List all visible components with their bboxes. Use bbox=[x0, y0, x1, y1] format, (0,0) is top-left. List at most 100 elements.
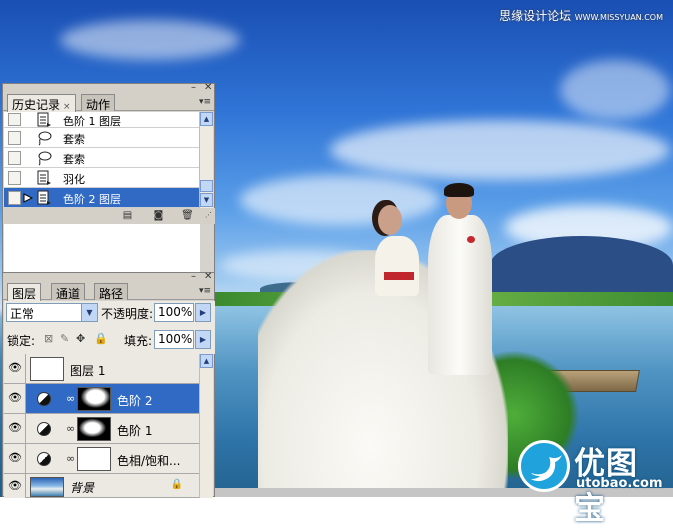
new-document-from-state-icon[interactable]: ▤ bbox=[121, 210, 134, 221]
layer-thumbnail bbox=[30, 357, 64, 381]
history-scrollbar[interactable]: ▲ ▼ bbox=[199, 112, 213, 208]
chevron-down-icon[interactable]: ▼ bbox=[81, 304, 97, 321]
tab-paths[interactable]: 路径 bbox=[94, 283, 129, 301]
snapshot-source-box[interactable] bbox=[8, 191, 21, 205]
layer-mask-thumbnail[interactable] bbox=[77, 417, 111, 441]
close-icon[interactable]: ✕ bbox=[204, 271, 212, 282]
history-item-label: 色阶 1 图层 bbox=[63, 115, 121, 128]
scroll-thumb[interactable] bbox=[200, 180, 213, 192]
opacity-value: 100% bbox=[158, 305, 193, 319]
layers-scrollbar[interactable]: ▲ bbox=[199, 354, 213, 498]
lock-position-move-icon[interactable]: ✥ bbox=[76, 332, 85, 345]
layer-name: 色相/饱和... bbox=[117, 454, 181, 468]
layer-name: 色阶 2 bbox=[117, 394, 153, 408]
snapshot-source-box[interactable] bbox=[8, 151, 21, 165]
scroll-down-button[interactable]: ▼ bbox=[200, 193, 213, 207]
new-snapshot-icon[interactable]: ◙ bbox=[152, 210, 165, 221]
history-item[interactable]: 套索 bbox=[4, 148, 200, 168]
history-footer: ▤ ◙ 🗑 ⋰ bbox=[4, 208, 215, 224]
scroll-up-button[interactable]: ▲ bbox=[200, 112, 213, 126]
panel-menu-icon[interactable]: ▾≡ bbox=[199, 97, 211, 107]
document-step-icon bbox=[37, 190, 51, 205]
minimize-icon[interactable]: – bbox=[191, 82, 196, 93]
bride-sash bbox=[384, 272, 414, 280]
lock-transparent-icon[interactable]: ⊠ bbox=[44, 332, 53, 345]
opacity-input[interactable]: 100% bbox=[154, 303, 194, 322]
layer-row-selected[interactable]: 👁 ∞ 色阶 2 bbox=[4, 384, 199, 414]
snapshot-source-box[interactable] bbox=[8, 171, 21, 185]
tab-close-icon[interactable]: × bbox=[63, 102, 71, 112]
tab-layers[interactable]: 图层 bbox=[7, 283, 42, 301]
history-tabbar: 历史记录 × 动作 ▾≡ bbox=[3, 93, 214, 112]
panel-menu-icon[interactable]: ▾≡ bbox=[199, 286, 211, 296]
groom-figure bbox=[428, 215, 492, 375]
eye-icon[interactable]: 👁 bbox=[8, 392, 22, 404]
fill-input[interactable]: 100% bbox=[154, 330, 194, 349]
tab-actions[interactable]: 动作 bbox=[81, 94, 116, 112]
fill-slider-button[interactable]: ▶ bbox=[195, 330, 211, 349]
cloud bbox=[60, 20, 240, 60]
tab-channels-label: 通道 bbox=[56, 287, 81, 301]
lasso-icon bbox=[38, 151, 52, 166]
link-chain-icon[interactable]: ∞ bbox=[66, 452, 75, 465]
visibility-toggle[interactable]: 👁 bbox=[4, 414, 26, 443]
minimize-icon[interactable]: – bbox=[191, 271, 196, 282]
close-icon[interactable]: ✕ bbox=[204, 82, 212, 93]
link-chain-icon[interactable]: ∞ bbox=[66, 422, 75, 435]
layer-row[interactable]: 👁 图层 1 bbox=[4, 354, 199, 384]
scroll-up-button[interactable]: ▲ bbox=[200, 354, 213, 368]
adjustment-layer-icon bbox=[37, 422, 51, 436]
layer-name: 图层 1 bbox=[70, 364, 106, 378]
history-item-label: 色阶 2 图层 bbox=[63, 193, 121, 206]
tab-history[interactable]: 历史记录 × bbox=[7, 94, 76, 112]
layer-thumbnail bbox=[30, 477, 64, 497]
snapshot-source-box[interactable] bbox=[8, 131, 21, 145]
lasso-icon bbox=[38, 131, 52, 146]
layers-controls: 正常 ▼ 不透明度: 100% ▶ 锁定: ⊠ ✎ ✥ 🔒 填充: 100% ▶ bbox=[4, 301, 215, 354]
visibility-toggle[interactable]: 👁 bbox=[4, 354, 26, 383]
history-item-selected[interactable]: 色阶 2 图层 bbox=[4, 188, 200, 208]
opacity-label: 不透明度: bbox=[101, 307, 154, 321]
history-item[interactable]: 套索 bbox=[4, 128, 200, 148]
history-item[interactable]: 羽化 bbox=[4, 168, 200, 188]
resize-grip-icon[interactable]: ⋰ bbox=[202, 210, 215, 221]
visibility-toggle[interactable]: 👁 bbox=[4, 444, 26, 473]
layer-row[interactable]: 👁 背景 🔒 bbox=[4, 474, 199, 498]
trash-icon[interactable]: 🗑 bbox=[181, 210, 194, 221]
blend-mode-select[interactable]: 正常 ▼ bbox=[6, 303, 98, 322]
document-step-icon bbox=[37, 112, 51, 127]
blend-mode-value: 正常 bbox=[10, 307, 35, 321]
layers-panel-titlebar[interactable]: – ✕ bbox=[3, 271, 214, 282]
lock-all-icon[interactable]: 🔒 bbox=[94, 332, 108, 345]
tab-paths-label: 路径 bbox=[99, 287, 124, 301]
history-item[interactable]: 色阶 1 图层 bbox=[4, 112, 200, 128]
tab-channels[interactable]: 通道 bbox=[51, 283, 86, 301]
eye-icon[interactable]: 👁 bbox=[8, 480, 22, 492]
eye-icon[interactable]: 👁 bbox=[8, 452, 22, 464]
history-item-label: 套索 bbox=[63, 153, 85, 166]
opacity-slider-button[interactable]: ▶ bbox=[195, 303, 211, 322]
layer-row[interactable]: 👁 ∞ 色相/饱和... bbox=[4, 444, 199, 474]
history-state-slider-icon[interactable] bbox=[23, 193, 33, 203]
adjustment-layer-icon bbox=[37, 452, 51, 466]
boutonniere bbox=[467, 236, 475, 243]
layer-mask-thumbnail[interactable] bbox=[77, 387, 111, 411]
fill-label: 填充: bbox=[124, 334, 153, 348]
layer-name: 色阶 1 bbox=[117, 424, 153, 438]
history-panel-titlebar[interactable]: – ✕ bbox=[3, 82, 214, 93]
lock-image-brush-icon[interactable]: ✎ bbox=[60, 332, 69, 345]
watermark-top-url: WWW.MISSYUAN.COM bbox=[574, 13, 663, 22]
link-chain-icon[interactable]: ∞ bbox=[66, 392, 75, 405]
watermark-bottom-url: utobao.com bbox=[576, 476, 663, 491]
visibility-toggle[interactable]: 👁 bbox=[4, 384, 26, 413]
watermark-top-cn: 思缘设计论坛 bbox=[499, 9, 572, 23]
cloud bbox=[330, 120, 670, 180]
layer-row[interactable]: 👁 ∞ 色阶 1 bbox=[4, 414, 199, 444]
watermark-top: 思缘设计论坛 WWW.MISSYUAN.COM bbox=[499, 7, 663, 24]
eye-icon[interactable]: 👁 bbox=[8, 362, 22, 374]
eye-icon[interactable]: 👁 bbox=[8, 422, 22, 434]
layer-mask-thumbnail[interactable] bbox=[77, 447, 111, 471]
cloud bbox=[560, 60, 670, 120]
visibility-toggle[interactable]: 👁 bbox=[4, 474, 26, 498]
snapshot-source-box[interactable] bbox=[8, 113, 21, 126]
